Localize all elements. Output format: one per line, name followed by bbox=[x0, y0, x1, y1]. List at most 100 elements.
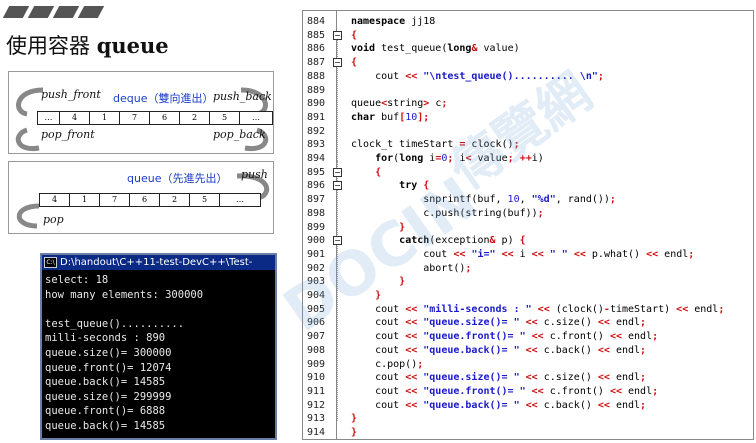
code-text: cout << "queue.size()= " << c.size() << … bbox=[351, 372, 647, 384]
code-line: 884 namespace jj18 bbox=[303, 15, 753, 29]
code-text: } bbox=[351, 413, 358, 425]
page-title: 使用容器 queue bbox=[6, 30, 169, 60]
code-text: for(long i=0; i< value; ++i) bbox=[375, 153, 544, 164]
console-line: queue.back()= 14585 bbox=[45, 419, 166, 432]
line-number: 884 bbox=[307, 16, 326, 27]
console-title: D:\handout\C++11-test-DevC++\Test- bbox=[60, 257, 253, 268]
code-text: snprintf(buf, 10, "%d", rand()); bbox=[351, 194, 616, 206]
cell: 5 bbox=[210, 112, 240, 124]
code-line: 886 void test_queue(long& value) bbox=[303, 42, 753, 56]
line-number: 896 bbox=[307, 180, 326, 192]
console-titlebar[interactable]: C:\ D:\handout\C++11-test-DevC++\Test- bbox=[42, 255, 275, 270]
line-number: 913 bbox=[307, 413, 326, 425]
line-number: 903 bbox=[307, 276, 326, 288]
console-window: C:\ D:\handout\C++11-test-DevC++\Test- s… bbox=[40, 253, 277, 440]
code-text: cout << "i=" << i << " " << p.what() << … bbox=[351, 248, 695, 260]
line-number: 911 bbox=[307, 385, 326, 397]
code-text: } bbox=[351, 427, 358, 438]
fold-toggle-icon[interactable]: − bbox=[333, 181, 342, 191]
cell: 1 bbox=[90, 112, 120, 124]
code-line: 890 queue<string> c; bbox=[303, 97, 753, 111]
code-line: 901 cout << "i=" << i << " " << p.what()… bbox=[303, 248, 753, 262]
code-line: 906 cout << "queue.size()= " << c.size()… bbox=[303, 316, 753, 330]
line-number: 897 bbox=[307, 194, 326, 206]
push-label: push bbox=[241, 168, 268, 181]
code-text: c.pop(); bbox=[351, 358, 424, 370]
code-text: cout << "queue.front()= " << c.front() <… bbox=[351, 331, 659, 343]
cell: 7 bbox=[100, 194, 130, 206]
line-number: 886 bbox=[307, 43, 326, 55]
code-text: catch(exception& p) { bbox=[399, 235, 526, 247]
code-line: 885 { bbox=[303, 29, 753, 43]
console-line: queue.size()= 300000 bbox=[45, 346, 172, 359]
line-number: 908 bbox=[307, 344, 326, 356]
code-text: cout << "queue.back()= " << c.back() << … bbox=[351, 399, 647, 411]
fold-toggle-icon[interactable]: − bbox=[333, 58, 342, 68]
code-line: 904 } bbox=[303, 289, 753, 303]
line-number: 891 bbox=[307, 111, 326, 123]
code-text: { bbox=[351, 57, 358, 69]
pop-front-label: pop_front bbox=[41, 128, 95, 141]
pop-label: pop bbox=[43, 213, 64, 226]
code-line: 903 } bbox=[303, 275, 753, 289]
bar-3 bbox=[52, 6, 80, 18]
cell: 1 bbox=[70, 194, 100, 206]
cell: … bbox=[38, 112, 60, 124]
code-editor: 884 namespace jj18 885 {886 void test_queue(… bbox=[302, 10, 754, 440]
code-text: try { bbox=[399, 180, 430, 192]
line-number: 909 bbox=[307, 358, 326, 370]
code-text: cout << "\ntest_queue().......... \n"; bbox=[351, 70, 604, 82]
line-number: 902 bbox=[307, 262, 326, 274]
push-back-label: push_back bbox=[213, 90, 272, 103]
code-text: { bbox=[351, 29, 358, 41]
console-line: queue.size()= 299999 bbox=[45, 390, 172, 403]
console-line: queue.back()= 14585 bbox=[45, 376, 166, 389]
fold-toggle-icon[interactable]: − bbox=[333, 167, 342, 177]
cell: 2 bbox=[160, 194, 190, 206]
cell: 6 bbox=[130, 194, 160, 206]
line-number: 885 bbox=[307, 29, 326, 41]
line-number: 901 bbox=[307, 248, 326, 260]
code-line: 895 { bbox=[303, 166, 753, 180]
code-line: 897 snprintf(buf, 10, "%d", rand()); bbox=[303, 193, 753, 207]
code-line: 894 for(long i=0; i< value; ++i) bbox=[303, 152, 753, 166]
line-number: 887 bbox=[307, 57, 326, 69]
line-number: 894 bbox=[307, 153, 326, 164]
code-line: 910 cout << "queue.size()= " << c.size()… bbox=[303, 371, 753, 385]
line-number: 892 bbox=[307, 125, 326, 137]
code-line: 902 abort(); bbox=[303, 262, 753, 276]
line-number: 888 bbox=[307, 70, 326, 82]
line-number: 900 bbox=[307, 235, 326, 247]
code-line: 905 cout << "milli-seconds : " << (clock… bbox=[303, 303, 753, 317]
bar-4 bbox=[77, 6, 105, 18]
line-number: 914 bbox=[307, 427, 326, 438]
code-line: 912 cout << "queue.back()= " << c.back()… bbox=[303, 399, 753, 413]
code-line: 914} bbox=[303, 426, 753, 439]
fold-toggle-icon[interactable]: − bbox=[333, 236, 342, 246]
code-line: 896 try { bbox=[303, 179, 753, 193]
line-number: 904 bbox=[307, 290, 326, 301]
console-line: queue.front()= 12074 bbox=[45, 361, 172, 374]
console-icon: C:\ bbox=[44, 257, 57, 268]
code-text: } bbox=[399, 221, 406, 233]
line-number: 895 bbox=[307, 166, 326, 178]
code-text: cout << "queue.front()= " << c.front() <… bbox=[351, 385, 659, 397]
code-line: 908 cout << "queue.back()= " << c.back()… bbox=[303, 344, 753, 358]
code-text: } bbox=[399, 276, 406, 288]
bar-2 bbox=[27, 6, 55, 18]
fold-toggle-icon[interactable]: − bbox=[333, 30, 342, 40]
console-output: select: 18 how many elements: 300000 test_… bbox=[42, 270, 275, 437]
code-text: c.push(string(buf)); bbox=[351, 207, 544, 219]
bar-1 bbox=[2, 6, 30, 18]
deque-title: deque（雙向進出） bbox=[113, 92, 214, 105]
cell: … bbox=[252, 113, 260, 122]
console-line: test_queue().......... bbox=[45, 317, 185, 330]
code-text: clock_t timeStart = clock(); bbox=[351, 139, 520, 151]
code-text: queue<string> c; bbox=[351, 98, 448, 110]
code-line: 893 clock_t timeStart = clock(); bbox=[303, 138, 753, 152]
console-line: select: 18 bbox=[45, 274, 109, 286]
code-text: cout << "queue.size()= " << c.size() << … bbox=[351, 317, 647, 329]
line-number: 912 bbox=[307, 399, 326, 411]
deque-diagram: push_front deque（雙向進出） push_back … 4 1 7 6 2 5… bbox=[8, 71, 274, 154]
